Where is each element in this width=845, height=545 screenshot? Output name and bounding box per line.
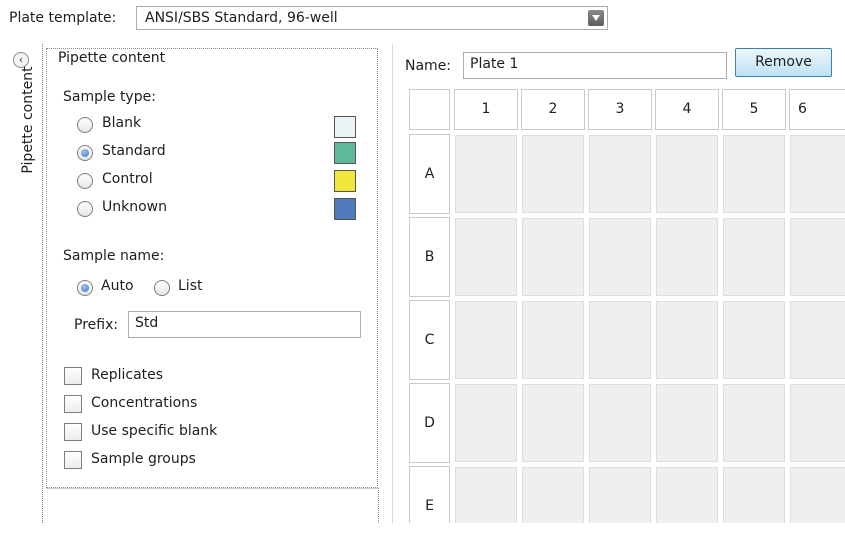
- well[interactable]: [790, 218, 845, 296]
- standard-color-swatch[interactable]: [334, 142, 356, 164]
- well[interactable]: [522, 467, 584, 523]
- radio-list-label[interactable]: List: [178, 278, 202, 294]
- replicates-label[interactable]: Replicates: [91, 367, 163, 383]
- well[interactable]: [723, 218, 785, 296]
- well[interactable]: [656, 384, 718, 462]
- radio-blank-label[interactable]: Blank: [102, 115, 141, 131]
- prefix-label: Prefix:: [74, 317, 119, 333]
- radio-standard-label[interactable]: Standard: [102, 143, 166, 159]
- plate-template-select[interactable]: ANSI/SBS Standard, 96-well: [136, 6, 608, 30]
- remove-plate-button[interactable]: Remove: [735, 48, 832, 77]
- column-header-1[interactable]: 1: [454, 89, 518, 130]
- row-header-d[interactable]: D: [409, 383, 450, 463]
- radio-unknown[interactable]: [77, 201, 93, 217]
- row-header-b[interactable]: B: [409, 217, 450, 297]
- well[interactable]: [522, 384, 584, 462]
- sample-groups-label[interactable]: Sample groups: [91, 451, 196, 467]
- sample-type-label: Sample type:: [63, 89, 156, 105]
- well[interactable]: [790, 384, 845, 462]
- well[interactable]: [656, 301, 718, 379]
- column-header-3[interactable]: 3: [588, 89, 652, 130]
- unknown-color-swatch[interactable]: [334, 198, 356, 220]
- radio-control-label[interactable]: Control: [102, 171, 153, 187]
- well[interactable]: [589, 218, 651, 296]
- column-header-4[interactable]: 4: [655, 89, 719, 130]
- radio-blank[interactable]: [77, 117, 93, 133]
- well[interactable]: [455, 135, 517, 213]
- well[interactable]: [790, 467, 845, 523]
- plate-name-input[interactable]: Plate 1: [463, 52, 727, 79]
- column-header-5[interactable]: 5: [722, 89, 786, 130]
- prefix-input[interactable]: Std: [128, 311, 361, 338]
- grid-corner: [409, 89, 450, 130]
- well[interactable]: [656, 467, 718, 523]
- well[interactable]: [723, 467, 785, 523]
- well[interactable]: [455, 301, 517, 379]
- well[interactable]: [522, 218, 584, 296]
- dropdown-arrow-icon[interactable]: [588, 10, 604, 26]
- well[interactable]: [455, 467, 517, 523]
- panel-splitter[interactable]: [392, 44, 393, 523]
- blank-color-swatch[interactable]: [334, 116, 356, 138]
- plate-name-value: Plate 1: [470, 56, 519, 72]
- column-header-2[interactable]: 2: [521, 89, 585, 130]
- well[interactable]: [790, 135, 845, 213]
- well[interactable]: [656, 218, 718, 296]
- well[interactable]: [723, 301, 785, 379]
- radio-auto-label[interactable]: Auto: [101, 278, 134, 294]
- row-header-e[interactable]: E: [409, 466, 450, 523]
- well[interactable]: [790, 301, 845, 379]
- panel-edge: [378, 488, 379, 523]
- well[interactable]: [656, 135, 718, 213]
- well[interactable]: [522, 301, 584, 379]
- plate-template-label: Plate template:: [9, 10, 117, 26]
- sample-groups-checkbox[interactable]: [64, 451, 82, 469]
- column-header-6[interactable]: 6: [789, 89, 845, 130]
- well[interactable]: [455, 218, 517, 296]
- prefix-value: Std: [135, 315, 159, 331]
- radio-list[interactable]: [154, 280, 170, 296]
- replicates-checkbox[interactable]: [64, 367, 82, 385]
- concentrations-label[interactable]: Concentrations: [91, 395, 197, 411]
- well[interactable]: [589, 301, 651, 379]
- well[interactable]: [522, 135, 584, 213]
- tab-divider: [42, 44, 43, 523]
- well[interactable]: [589, 467, 651, 523]
- panel-divider: [46, 488, 378, 489]
- row-header-c[interactable]: C: [409, 300, 450, 380]
- radio-auto[interactable]: [77, 280, 93, 296]
- use-specific-blank-label[interactable]: Use specific blank: [91, 423, 217, 439]
- control-color-swatch[interactable]: [334, 170, 356, 192]
- plate-template-value: ANSI/SBS Standard, 96-well: [145, 10, 338, 26]
- use-specific-blank-checkbox[interactable]: [64, 423, 82, 441]
- pipette-content-panel: [46, 48, 378, 488]
- pipette-content-title: Pipette content: [56, 50, 170, 66]
- tab-pipette-content[interactable]: Pipette content: [20, 50, 40, 190]
- radio-control[interactable]: [77, 173, 93, 189]
- plate-name-label: Name:: [405, 58, 452, 74]
- well[interactable]: [589, 135, 651, 213]
- row-header-a[interactable]: A: [409, 134, 450, 214]
- well[interactable]: [723, 384, 785, 462]
- sample-name-label: Sample name:: [63, 248, 165, 264]
- radio-standard[interactable]: [77, 145, 93, 161]
- well[interactable]: [455, 384, 517, 462]
- well[interactable]: [589, 384, 651, 462]
- well[interactable]: [723, 135, 785, 213]
- radio-unknown-label[interactable]: Unknown: [102, 199, 167, 215]
- concentrations-checkbox[interactable]: [64, 395, 82, 413]
